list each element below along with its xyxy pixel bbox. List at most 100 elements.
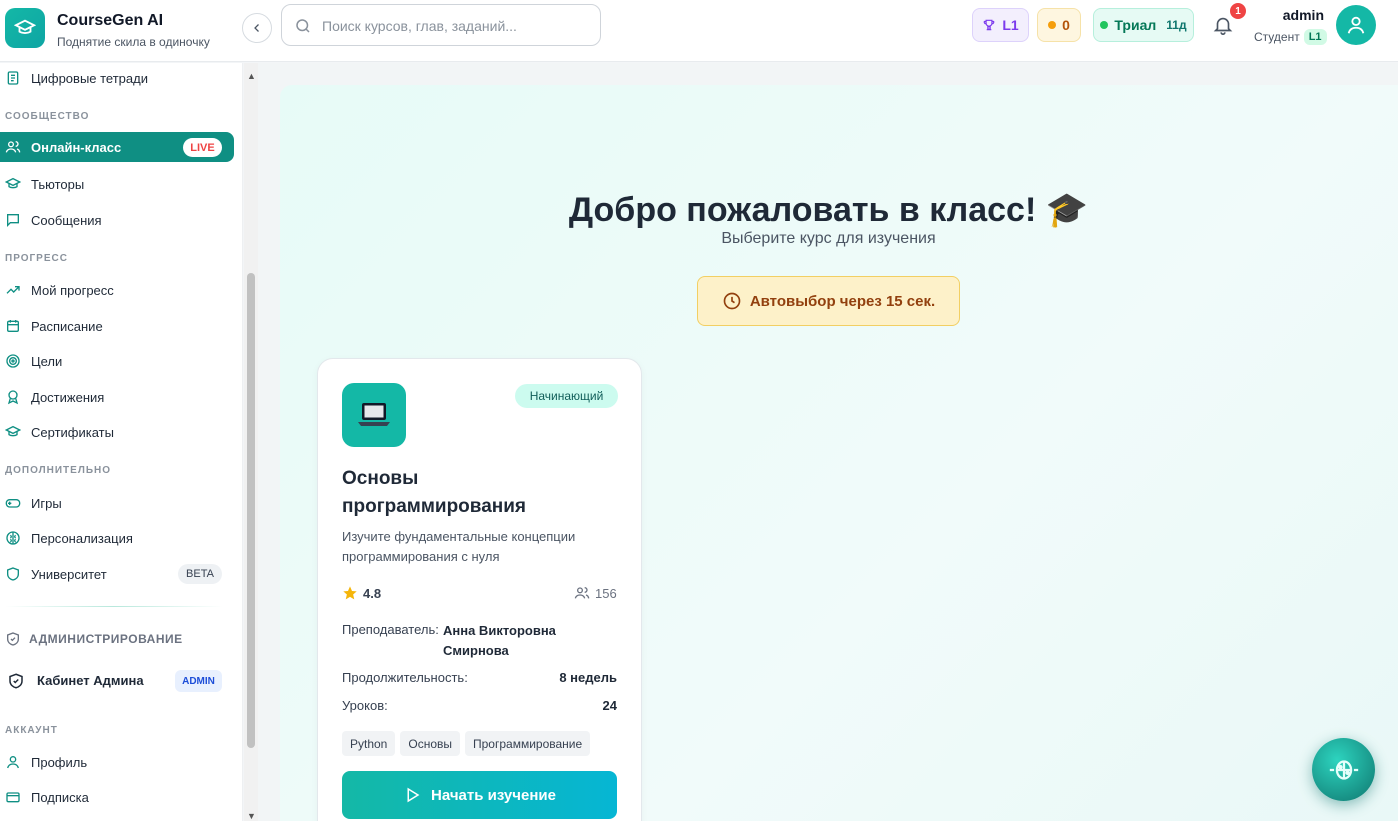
notifications-button[interactable] (1212, 14, 1234, 41)
level-value: L1 (1002, 17, 1019, 33)
sidebar-item-goals[interactable]: Цели (0, 346, 234, 376)
admin-badge: ADMIN (175, 670, 222, 692)
sidebar-scrollbar[interactable]: ▲ ▼ (244, 63, 258, 821)
start-course-button[interactable]: Начать изучение (342, 771, 617, 819)
sidebar-item-my-progress[interactable]: Мой прогресс (0, 275, 234, 305)
target-icon (6, 354, 20, 368)
clock-icon (723, 292, 741, 310)
gamepad-icon (5, 499, 21, 508)
course-students: 156 (574, 585, 617, 601)
level-pill[interactable]: L1 (972, 8, 1029, 42)
start-course-label: Начать изучение (431, 786, 556, 804)
trial-label: Триал (1114, 17, 1157, 33)
shield-check-icon (9, 673, 23, 689)
sidebar-item-admin-cabinet[interactable]: Кабинет Админа ADMIN (0, 663, 234, 699)
sidebar-item-profile[interactable]: Профиль (0, 747, 234, 777)
beta-badge: BETA (178, 564, 222, 584)
scroll-down-icon[interactable]: ▼ (247, 811, 256, 821)
section-heading-account: АККАУНТ (5, 725, 58, 736)
trial-days: 11д (1166, 18, 1187, 32)
course-card[interactable]: Начинающий Основы программирования Изучи… (317, 358, 642, 821)
credit-card-icon (6, 792, 20, 803)
autopick-label: Автовыбор через 15 сек. (749, 292, 936, 310)
sidebar-item-label: Расписание (31, 319, 103, 334)
coins-value: 0 (1062, 17, 1070, 33)
course-rating: 4.8 (342, 585, 381, 601)
sidebar-item-schedule[interactable]: Расписание (0, 311, 234, 341)
notebook-icon (7, 71, 19, 85)
user-role: Студент L1 (1254, 29, 1327, 45)
trial-pill[interactable]: Триал 11д (1093, 8, 1194, 42)
sidebar-item-label: Кабинет Админа (37, 673, 144, 688)
sidebar-item-label: Подписка (31, 790, 89, 805)
duration-value: 8 недель (559, 670, 617, 685)
course-level-badge: Начинающий (515, 384, 618, 408)
section-heading-community: СООБЩЕСТВО (5, 111, 90, 122)
lessons-label: Уроков: (342, 698, 388, 713)
calendar-icon (7, 320, 19, 332)
shield-check-icon (7, 632, 19, 646)
user-icon (1347, 16, 1365, 34)
sidebar-item-label: Профиль (31, 755, 88, 770)
sidebar-item-personalization[interactable]: Персонализация (0, 523, 234, 553)
course-tag: Программирование (465, 731, 591, 756)
coins-pill[interactable]: 0 (1037, 8, 1081, 42)
user-name[interactable]: admin (1270, 7, 1324, 23)
chevron-left-icon (254, 24, 259, 32)
main-content: Добро пожаловать в класс! 🎓 Выберите кур… (258, 63, 1398, 821)
bell-icon (1213, 17, 1233, 35)
laptop-icon (342, 383, 406, 447)
sidebar-item-label: Тьюторы (31, 177, 85, 192)
sidebar-item-label: Университет (31, 567, 107, 582)
users-icon (574, 587, 590, 599)
award-icon (7, 390, 19, 405)
teacher-label: Преподаватель: (342, 622, 439, 637)
collapse-sidebar-button[interactable] (242, 13, 272, 43)
scrollbar-thumb[interactable] (247, 273, 255, 748)
notification-count-badge: 1 (1230, 3, 1246, 19)
section-heading-extra: ДОПОЛНИТЕЛЬНО (5, 465, 112, 476)
search-bar[interactable] (281, 4, 601, 46)
coin-icon (1048, 21, 1057, 29)
teacher-name: Анна Викторовна Смирнова (443, 623, 556, 658)
scroll-up-icon[interactable]: ▲ (247, 71, 256, 81)
trophy-icon (983, 19, 995, 31)
sidebar-item-label: Достижения (31, 390, 105, 405)
page-subtitle: Выберите курс для изучения (721, 230, 936, 247)
sidebar-item-achievements[interactable]: Достижения (0, 382, 234, 412)
live-badge: LIVE (183, 138, 222, 157)
search-icon (296, 19, 310, 33)
sidebar-item-label: Цели (31, 354, 63, 369)
app-logo[interactable] (5, 8, 45, 48)
users-icon (5, 141, 21, 153)
course-tags: Python Основы Программирование (342, 731, 591, 756)
graduation-cap-icon (14, 19, 36, 34)
course-tag: Основы (400, 731, 460, 756)
sidebar-item-messages[interactable]: Сообщения (0, 205, 234, 235)
message-icon (7, 214, 19, 227)
students-count: 156 (595, 585, 617, 601)
sidebar-item-university[interactable]: Университет BETA (0, 559, 234, 589)
star-icon (343, 586, 357, 600)
sidebar-item-label: Цифровые тетради (31, 71, 148, 86)
sidebar-item-label: Игры (31, 496, 62, 511)
sidebar-item-subscription[interactable]: Подписка (0, 782, 234, 812)
brain-icon (6, 531, 20, 545)
sidebar-item-label: Онлайн-класс (31, 140, 122, 155)
sidebar-item-tutors[interactable]: Тьюторы (0, 169, 234, 199)
sidebar-item-notebooks[interactable]: Цифровые тетради (0, 63, 234, 93)
trending-up-icon (6, 286, 20, 294)
classroom-panel: Добро пожаловать в класс! 🎓 Выберите кур… (280, 85, 1398, 821)
section-heading-progress: ПРОГРЕСС (5, 253, 68, 264)
sidebar-item-certificates[interactable]: Сертификаты (0, 417, 234, 447)
app-subtitle: Поднятие скила в одиночку (57, 35, 210, 49)
ai-assistant-button[interactable] (1312, 738, 1375, 801)
user-level-badge: L1 (1303, 29, 1327, 45)
sidebar-item-label: Сертификаты (31, 425, 114, 440)
course-title: Основы программирования (342, 468, 527, 517)
avatar[interactable] (1336, 5, 1376, 45)
sidebar-item-games[interactable]: Игры (0, 488, 234, 518)
sidebar-item-online-class[interactable]: Онлайн-класс LIVE (0, 132, 234, 162)
user-icon (7, 756, 19, 769)
search-input[interactable] (322, 15, 592, 37)
